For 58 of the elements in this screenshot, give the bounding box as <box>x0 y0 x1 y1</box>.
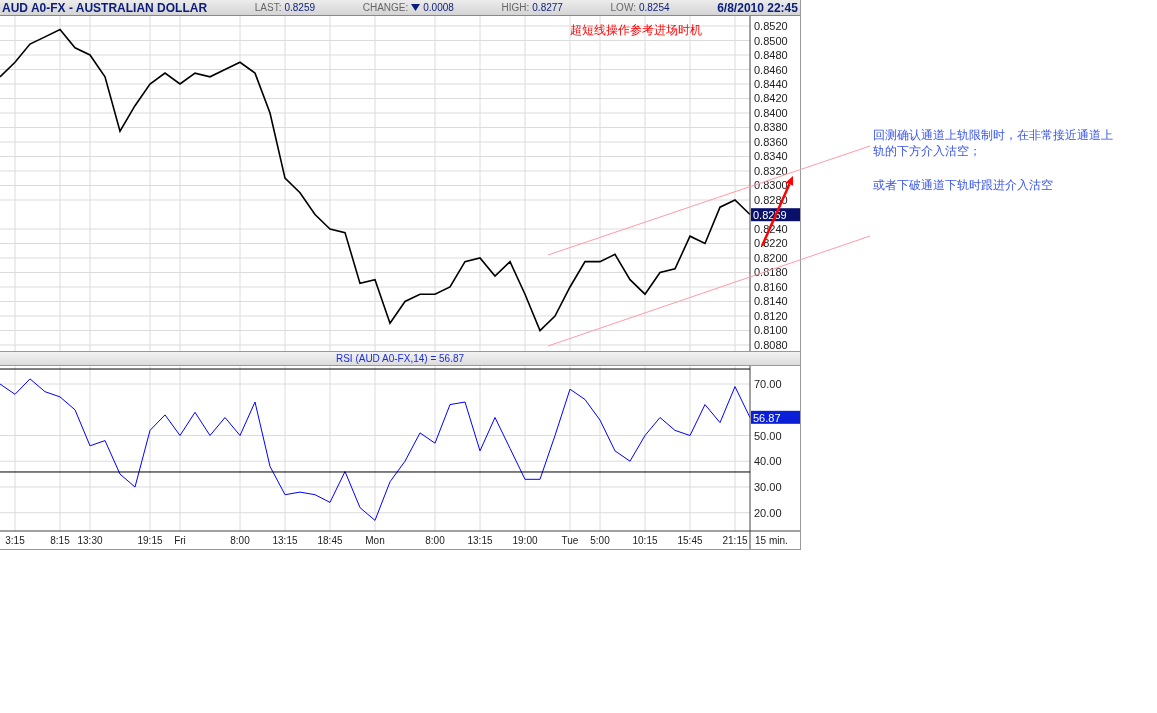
instrument-title: AUD A0-FX - AUSTRALIAN DOLLAR <box>2 0 208 15</box>
axis-label: 5:00 <box>590 535 610 546</box>
field-value: 0.8259 <box>284 2 316 13</box>
date-time: 6/8/2010 22:45 <box>717 0 798 15</box>
field-label: HIGH: <box>501 2 530 13</box>
axis-label: 0.8300 <box>754 179 788 192</box>
axis-label: Fri <box>174 535 186 546</box>
axis-label: 0.8420 <box>754 92 788 105</box>
axis-label: 8:00 <box>425 535 445 546</box>
axis-label: Tue <box>561 535 579 546</box>
field-label: CHANGE: <box>362 2 409 13</box>
note-text: 回测确认通道上轨限制时，在非常接近通道上轨的下方介入沽空； <box>873 127 1113 159</box>
axis-label: 13:15 <box>272 535 298 546</box>
axis-label: 19:00 <box>512 535 538 546</box>
axis-label: 40.00 <box>754 455 782 468</box>
axis-label: 19:15 <box>137 535 163 546</box>
note-text: 或者下破通道下轨时跟进介入沽空 <box>873 177 1054 193</box>
axis-label: 0.8200 <box>754 252 788 264</box>
axis-label: 13:15 <box>467 535 493 546</box>
axis-label: 0.8480 <box>754 49 788 61</box>
axis-label: 50.00 <box>754 429 782 442</box>
axis-label: 0.8500 <box>754 34 788 47</box>
indicator-title: RSI (AUD A0-FX,14) = 56.87 <box>335 353 465 364</box>
axis-label: 13:30 <box>77 535 103 546</box>
axis-label: 0.8320 <box>754 165 788 177</box>
axis-label: 0.8120 <box>754 310 788 322</box>
axis-label: 0.8360 <box>754 136 788 148</box>
axis-label: 15:45 <box>677 535 703 546</box>
chart-note: 超短线操作参考进场时机 <box>570 23 702 37</box>
axis-label: 10:15 <box>632 535 658 546</box>
axis-label: 0.8460 <box>754 63 788 76</box>
last-value-label: 56.87 <box>751 410 800 424</box>
axis-label: 0.8520 <box>754 20 788 32</box>
axis-unit: 15 min. <box>755 535 788 546</box>
axis-label: 0.8400 <box>754 107 788 119</box>
field-value: 0.8254 <box>638 2 670 13</box>
axis-label: 30.00 <box>754 481 782 493</box>
axis-label: 0.8440 <box>754 78 788 90</box>
axis-label: 0.8080 <box>754 339 788 351</box>
axis-label: 0.8380 <box>754 121 788 134</box>
axis-label: Mon <box>365 535 385 546</box>
axis-label: 3:15 <box>5 535 25 546</box>
axis-label: 21:15 <box>722 535 748 546</box>
field-value: 0.8277 <box>532 2 563 13</box>
axis-label: 18:45 <box>317 535 343 546</box>
field-label: LAST: <box>254 2 282 13</box>
axis-label: 70.00 <box>754 378 782 390</box>
axis-label: 8:00 <box>230 535 250 546</box>
axis-label: 0.8140 <box>754 295 788 308</box>
axis-label: 0.8220 <box>754 237 788 250</box>
axis-label: 0.8100 <box>754 324 788 337</box>
axis-label: 0.8160 <box>754 281 788 293</box>
axis-label: 8:15 <box>50 535 70 546</box>
field-value: 0.0008 <box>423 2 454 13</box>
axis-label: 0.8340 <box>754 150 788 163</box>
axis-label: 0.8180 <box>754 266 788 279</box>
axis-label: 20.00 <box>754 506 782 519</box>
field-label: LOW: <box>610 2 636 13</box>
